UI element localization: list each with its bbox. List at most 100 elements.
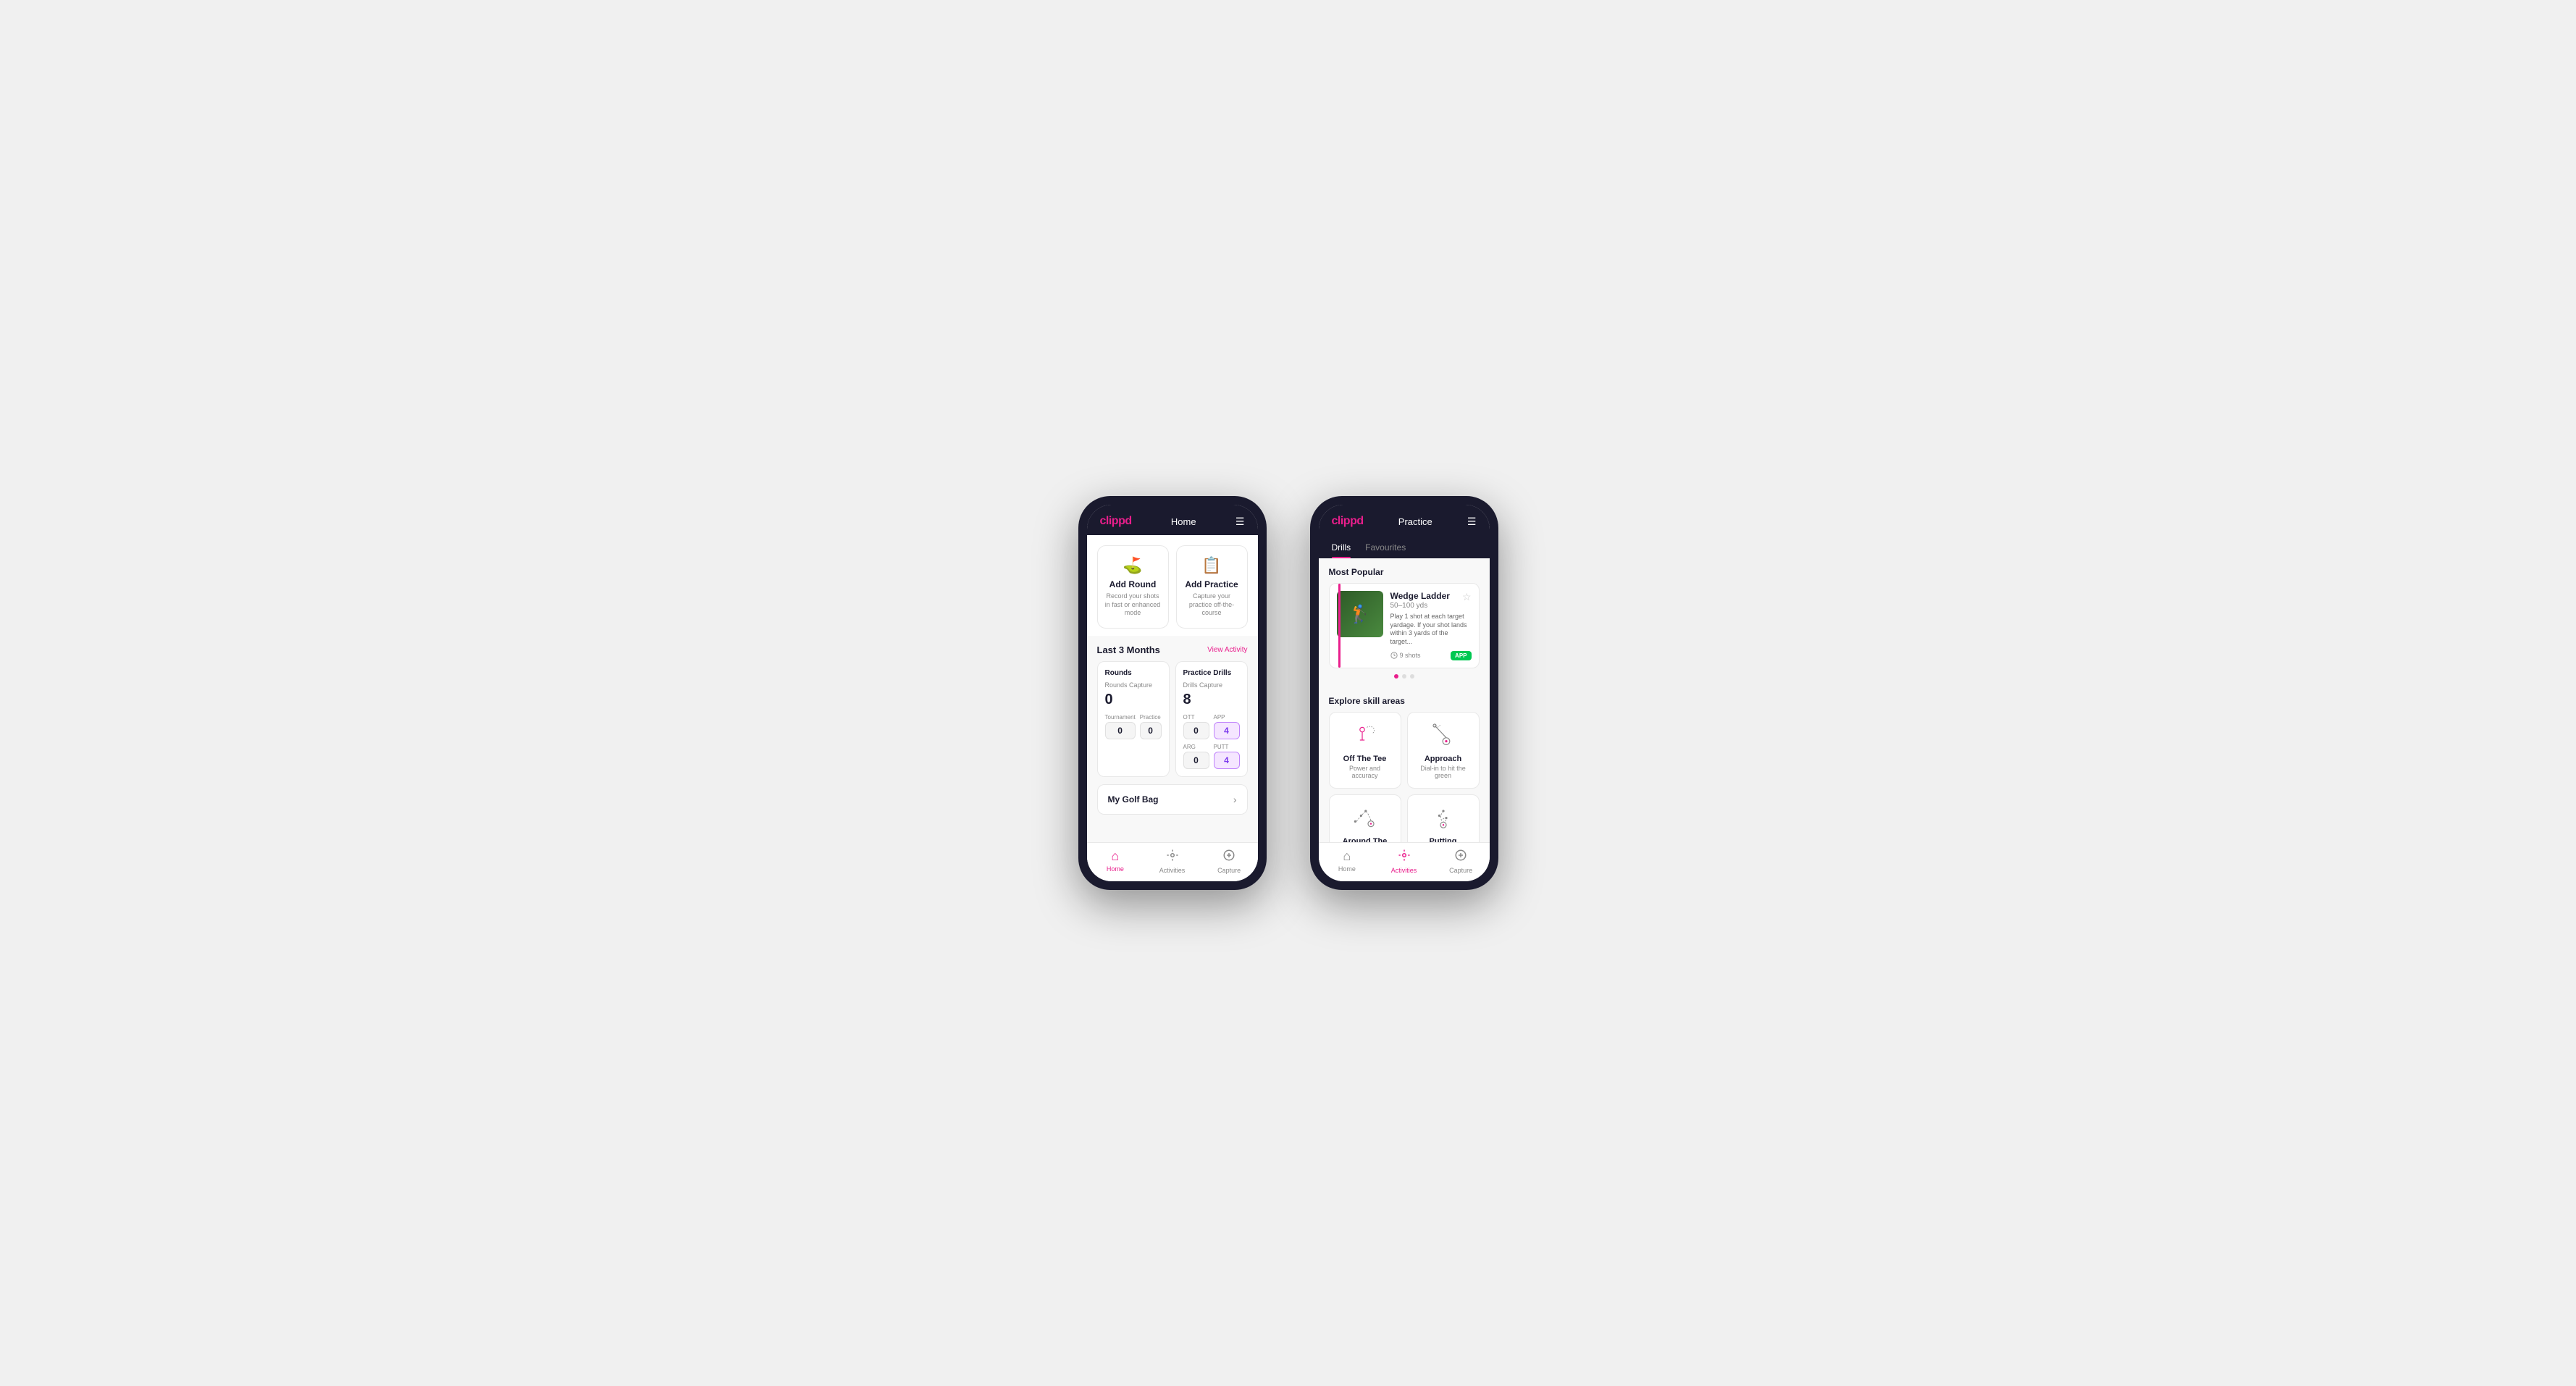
- activities-nav-label: Activities: [1159, 867, 1186, 874]
- atg-name: Around The Green: [1338, 837, 1392, 842]
- nav-activities-2[interactable]: Activities: [1375, 849, 1432, 874]
- activities-nav-label-2: Activities: [1391, 867, 1417, 874]
- nav-home[interactable]: ⌂ Home: [1087, 849, 1144, 874]
- golf-bag-label: My Golf Bag: [1108, 794, 1159, 805]
- wedge-ladder-card[interactable]: 🏌️ Wedge Ladder 50–100 yds Play 1 shot a…: [1329, 583, 1480, 668]
- rounds-capture-label: Rounds Capture: [1105, 681, 1162, 689]
- last3months-label: Last 3 Months: [1097, 644, 1160, 655]
- app-stat: APP 4: [1214, 714, 1240, 739]
- home-icon-2: ⌂: [1343, 849, 1351, 864]
- arg-label: ARG: [1183, 744, 1209, 750]
- tab-favourites[interactable]: Favourites: [1365, 535, 1406, 558]
- explore-section: Explore skill areas Off The Tee: [1319, 690, 1490, 842]
- rounds-rows: Tournament 0 Practice 0: [1105, 714, 1162, 739]
- skill-off-the-tee[interactable]: Off The Tee Power and accuracy: [1329, 712, 1401, 789]
- ott-value: 0: [1183, 722, 1209, 739]
- home-nav-label-2: Home: [1338, 865, 1356, 873]
- drill-badge: APP: [1451, 651, 1471, 660]
- tab-drills[interactable]: Drills: [1332, 535, 1351, 558]
- arg-stat: ARG 0: [1183, 744, 1209, 769]
- drills-capture-label: Drills Capture: [1183, 681, 1240, 689]
- carousel-dots: [1329, 668, 1480, 684]
- practice-title: Practice: [1398, 516, 1432, 527]
- app-value: 4: [1214, 722, 1240, 739]
- practice-header: clippd Practice ☰: [1319, 505, 1490, 535]
- tee-icon-area: [1347, 721, 1383, 750]
- bottom-nav-practice: ⌂ Home Activities: [1319, 842, 1490, 881]
- drills-row1: OTT 0 APP 4: [1183, 714, 1240, 739]
- activities-icon-2: [1398, 849, 1411, 865]
- add-practice-card[interactable]: 📋 Add Practice Capture your practice off…: [1176, 545, 1248, 629]
- tee-desc: Power and accuracy: [1338, 765, 1392, 779]
- practice-body: Most Popular 🏌️ Wedge Ladder 50–100 yds …: [1319, 558, 1490, 842]
- most-popular-section: Most Popular 🏌️ Wedge Ladder 50–100 yds …: [1319, 558, 1490, 690]
- nav-home-2[interactable]: ⌂ Home: [1319, 849, 1376, 874]
- putt-label: PUTT: [1214, 744, 1240, 750]
- practice-tabs: Drills Favourites: [1319, 535, 1490, 558]
- drills-value: 8: [1183, 692, 1240, 708]
- putting-name: Putting: [1430, 837, 1457, 842]
- ott-label: OTT: [1183, 714, 1209, 721]
- add-round-icon: ⛳: [1123, 556, 1142, 575]
- approach-icon: [1429, 723, 1458, 749]
- app-logo: clippd: [1100, 515, 1132, 528]
- add-practice-title: Add Practice: [1185, 579, 1238, 589]
- nav-capture-2[interactable]: Capture: [1432, 849, 1490, 874]
- putt-stat: PUTT 4: [1214, 744, 1240, 769]
- add-practice-icon: 📋: [1201, 556, 1221, 575]
- home-nav-label: Home: [1107, 865, 1124, 873]
- view-activity-link[interactable]: View Activity: [1207, 646, 1247, 654]
- arg-value: 0: [1183, 752, 1209, 769]
- skill-around-the-green[interactable]: Around The Green Hone your short game: [1329, 794, 1401, 842]
- stats-container: Rounds Rounds Capture 0 Tournament 0 Pra…: [1087, 661, 1258, 784]
- menu-icon[interactable]: ☰: [1235, 516, 1245, 528]
- putting-icon: [1429, 805, 1458, 831]
- tournament-label: Tournament: [1105, 714, 1136, 721]
- quick-actions: ⛳ Add Round Record your shots in fast or…: [1087, 535, 1258, 636]
- skill-grid: Off The Tee Power and accuracy: [1329, 712, 1480, 842]
- rounds-value: 0: [1105, 692, 1162, 708]
- drill-name: Wedge Ladder: [1390, 591, 1472, 601]
- drill-info: Wedge Ladder 50–100 yds Play 1 shot at e…: [1390, 591, 1472, 660]
- drill-thumbnail: 🏌️: [1337, 591, 1383, 637]
- nav-capture[interactable]: Capture: [1201, 849, 1258, 874]
- last3months-header: Last 3 Months View Activity: [1087, 636, 1258, 661]
- card-accent: [1338, 584, 1341, 668]
- practice-drills-card: Practice Drills Drills Capture 8 OTT 0 A…: [1175, 661, 1248, 777]
- drills-row2: ARG 0 PUTT 4: [1183, 744, 1240, 769]
- dot-1: [1394, 674, 1398, 679]
- drill-distance: 50–100 yds: [1390, 602, 1472, 610]
- practice-stat: Practice 0: [1140, 714, 1162, 739]
- skill-putting[interactable]: Putting Make and lag practice: [1407, 794, 1480, 842]
- drill-footer: 9 shots APP: [1390, 651, 1472, 660]
- add-round-desc: Record your shots in fast or enhanced mo…: [1105, 592, 1161, 618]
- add-round-card[interactable]: ⛳ Add Round Record your shots in fast or…: [1097, 545, 1169, 629]
- capture-icon: [1222, 849, 1235, 865]
- tee-icon: [1351, 723, 1380, 749]
- practice-drills-title: Practice Drills: [1183, 669, 1240, 677]
- skill-approach[interactable]: Approach Dial-in to hit the green: [1407, 712, 1480, 789]
- putt-value: 4: [1214, 752, 1240, 769]
- nav-activities[interactable]: Activities: [1144, 849, 1201, 874]
- putting-icon-area: [1425, 804, 1461, 833]
- app-label: APP: [1214, 714, 1240, 721]
- phone-practice: clippd Practice ☰ Drills Favourites Most…: [1310, 496, 1498, 890]
- favourite-star-icon[interactable]: ☆: [1462, 591, 1472, 603]
- practice-logo: clippd: [1332, 515, 1364, 528]
- approach-name: Approach: [1425, 755, 1461, 763]
- approach-desc: Dial-in to hit the green: [1417, 765, 1470, 779]
- rounds-card: Rounds Rounds Capture 0 Tournament 0 Pra…: [1097, 661, 1170, 777]
- rounds-title: Rounds: [1105, 669, 1162, 677]
- bottom-nav-home: ⌂ Home Activities: [1087, 842, 1258, 881]
- practice-value: 0: [1140, 722, 1162, 739]
- golf-bag-row[interactable]: My Golf Bag ›: [1097, 784, 1248, 815]
- capture-icon-2: [1454, 849, 1467, 865]
- tee-name: Off The Tee: [1343, 755, 1387, 763]
- drill-shots: 9 shots: [1390, 652, 1421, 659]
- capture-nav-label-2: Capture: [1449, 867, 1472, 874]
- approach-icon-area: [1425, 721, 1461, 750]
- add-practice-desc: Capture your practice off-the-course: [1184, 592, 1240, 618]
- ott-stat: OTT 0: [1183, 714, 1209, 739]
- drill-description: Play 1 shot at each target yardage. If y…: [1390, 613, 1472, 647]
- practice-menu-icon[interactable]: ☰: [1467, 516, 1477, 528]
